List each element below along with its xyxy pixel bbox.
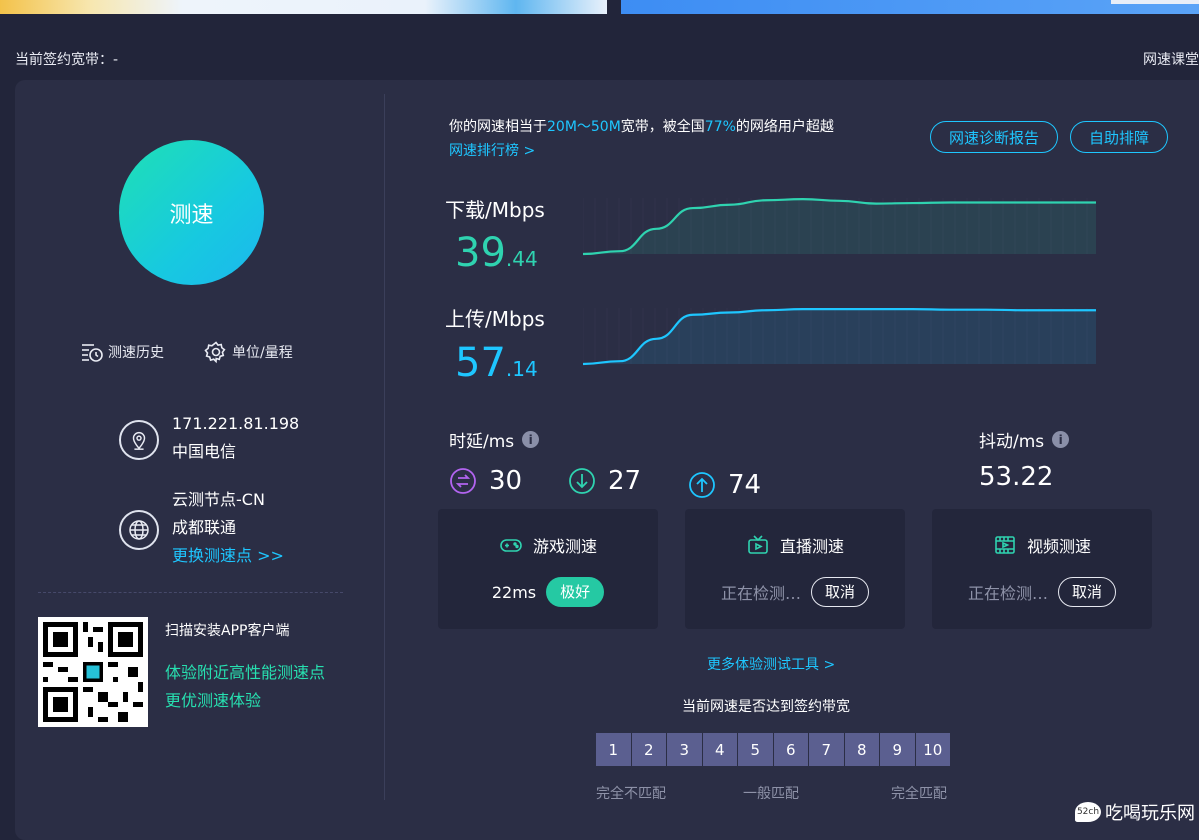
top-banner-right[interactable]	[621, 0, 1199, 14]
qr-code-image	[38, 617, 148, 727]
qr-code	[38, 617, 148, 727]
ip-address: 171.221.81.198	[172, 414, 300, 433]
download-dec: .44	[505, 247, 538, 271]
match-scale-box: 7	[809, 733, 844, 766]
watermark: 52ch 吃喝玩乐网	[1075, 799, 1195, 825]
video-status: 正在检测…	[967, 584, 1048, 603]
upload-chart	[583, 308, 1096, 366]
gear-icon	[204, 341, 226, 364]
summary-mid: 宽带，被全国	[620, 119, 705, 135]
upload-value: 57.14	[455, 340, 538, 386]
node-isp: 成都联通	[172, 518, 237, 537]
live-cancel-button[interactable]: 取消	[811, 577, 870, 607]
match-high-label: 完全匹配	[891, 786, 947, 802]
history-label: 测速历史	[108, 345, 164, 361]
speed-summary: 你的网速相当于20M～50M宽带，被全国77%的网络用户超越	[449, 116, 834, 136]
upload-int: 57	[455, 340, 506, 386]
game-test-title: 游戏测速	[532, 537, 597, 556]
jitter-label-text: 抖动/ms	[979, 432, 1045, 452]
match-scale-box: 4	[702, 733, 737, 766]
latency-help-icon[interactable]: i	[522, 431, 540, 448]
video-test-title: 视频测速	[1026, 537, 1091, 556]
up-arrow-icon	[689, 472, 715, 498]
match-title: 当前网速是否达到签约带宽	[682, 699, 850, 715]
live-test-card[interactable]: 直播测速 正在检测… 取消	[685, 509, 905, 629]
report-button[interactable]: 网速诊断报告	[930, 121, 1058, 153]
history-button[interactable]: 测速历史	[80, 340, 164, 364]
match-scale-box: 3	[667, 733, 702, 766]
course-link[interactable]: 网速课堂	[1143, 49, 1199, 69]
watermark-logo: 52ch	[1075, 802, 1101, 822]
live-status: 正在检测…	[720, 584, 801, 603]
globe-icon	[119, 510, 159, 550]
top-banner-left[interactable]	[0, 0, 607, 14]
video-cancel-button[interactable]: 取消	[1058, 577, 1117, 607]
game-latency: 22ms	[491, 582, 537, 602]
history-icon	[82, 344, 103, 362]
speed-area	[583, 199, 1096, 254]
troubleshoot-button[interactable]: 自助排障	[1070, 121, 1168, 153]
qr-title: 扫描安装APP客户端	[165, 623, 290, 639]
change-node-link[interactable]: 更换测速点 >>	[172, 542, 284, 570]
speed-area	[583, 309, 1096, 364]
qr-line-2: 更优测速体验	[165, 691, 262, 710]
rank-link[interactable]: 网速排行榜 >	[449, 140, 535, 160]
download-chart	[583, 198, 1096, 256]
watermark-text: 吃喝玩乐网	[1105, 803, 1195, 824]
unit-range-button[interactable]: 单位/量程	[204, 340, 293, 364]
latency-upload: 74	[688, 470, 761, 500]
download-value: 39.44	[455, 230, 538, 276]
live-test-title: 直播测速	[779, 537, 844, 556]
match-scale-box: 2	[631, 733, 666, 766]
start-test-button[interactable]: 测速	[119, 140, 264, 285]
latency-label: 时延/ms i	[449, 427, 540, 452]
game-quality-badge: 极好	[546, 577, 605, 607]
tv-icon	[748, 535, 768, 554]
match-scale: 1 2 3 4 5 6 7 8 9 10	[596, 733, 950, 766]
divider	[384, 94, 385, 800]
node-name: 云测节点-CN	[172, 490, 265, 509]
latency-download: 27	[568, 466, 641, 496]
swap-icon	[450, 468, 476, 494]
qr-line-1: 体验附近高性能测速点	[165, 663, 326, 682]
down-arrow-icon	[569, 468, 595, 494]
summary-suffix: 的网络用户超越	[735, 119, 834, 135]
summary-percent: 77%	[704, 119, 736, 135]
match-scale-box: 1	[596, 733, 631, 766]
more-tools-link[interactable]: 更多体验测试工具 >	[707, 654, 835, 674]
unit-label: 单位/量程	[232, 345, 293, 361]
jitter-help-icon[interactable]: i	[1052, 431, 1070, 448]
video-test-card[interactable]: 视频测速 正在检测… 取消	[932, 509, 1152, 629]
jitter-value: 53.22	[979, 462, 1054, 492]
match-scale-box: 8	[844, 733, 879, 766]
game-test-card[interactable]: 游戏测速 22ms 极好	[438, 509, 658, 629]
jitter-label: 抖动/ms i	[979, 427, 1070, 452]
start-test-label: 测速	[169, 202, 214, 228]
latency-upload-value: 74	[728, 470, 762, 500]
summary-range: 20M～50M	[547, 119, 621, 135]
match-scale-box: 9	[880, 733, 915, 766]
summary-prefix: 你的网速相当于	[449, 119, 547, 135]
download-label: 下载/Mbps	[445, 198, 545, 222]
match-scale-box: 6	[773, 733, 808, 766]
dashed-divider	[38, 592, 343, 593]
match-scale-box: 10	[915, 733, 950, 766]
match-mid-label: 一般匹配	[743, 786, 799, 802]
location-icon	[119, 420, 159, 460]
banner-chip	[1111, 0, 1199, 4]
film-icon	[995, 536, 1015, 554]
match-scale-box: 5	[738, 733, 773, 766]
latency-download-value: 27	[608, 466, 642, 496]
upload-dec: .14	[505, 357, 538, 381]
latency-label-text: 时延/ms	[449, 432, 515, 452]
download-int: 39	[455, 230, 506, 276]
match-low-label: 完全不匹配	[596, 786, 666, 802]
isp-name: 中国电信	[172, 442, 237, 461]
upload-label: 上传/Mbps	[445, 307, 545, 331]
latency-idle-value: 30	[489, 466, 523, 496]
gamepad-icon	[500, 539, 522, 552]
contract-bandwidth: 当前签约宽带：-	[15, 52, 119, 68]
latency-idle: 30	[449, 466, 522, 496]
